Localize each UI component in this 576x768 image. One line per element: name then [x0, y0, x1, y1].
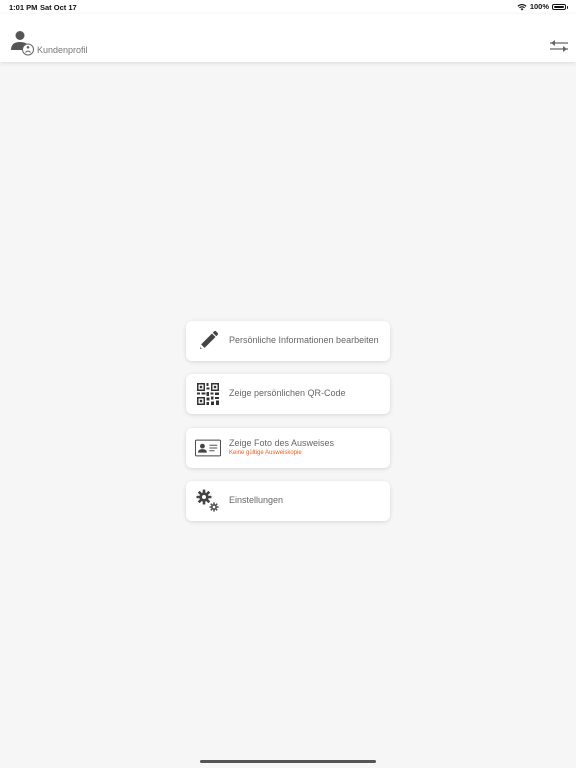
status-right: 100% — [517, 2, 568, 11]
battery-icon — [552, 3, 568, 10]
menu-item-label: Einstellungen — [229, 495, 284, 505]
menu-item-label: Zeige persönlichen QR-Code — [229, 388, 346, 398]
home-indicator[interactable] — [200, 760, 376, 763]
status-time: 1:01 PM — [9, 3, 38, 12]
pencil-icon — [195, 329, 221, 353]
status-bar: 1:01 PM Sat Oct 17 100% — [0, 0, 576, 14]
id-warning-text: Keine gültige Ausweiskopie — [229, 450, 302, 456]
menu-item-label: Persönliche Informationen bearbeiten — [229, 335, 379, 345]
page-title: Kundenprofil — [37, 45, 88, 55]
settings-button[interactable]: Einstellungen — [186, 481, 390, 521]
wifi-icon — [517, 3, 527, 10]
battery-percent: 100% — [529, 2, 549, 11]
status-date: Sat Oct 17 — [40, 3, 77, 12]
sliders-icon[interactable] — [550, 39, 568, 53]
user-account-icon[interactable] — [11, 30, 35, 56]
edit-personal-info-button[interactable]: Persönliche Informationen bearbeiten — [186, 321, 390, 361]
qr-code-icon — [195, 382, 221, 406]
id-card-icon — [195, 436, 221, 460]
nav-bar: Kundenprofil — [0, 14, 576, 62]
show-id-photo-button[interactable]: Zeige Foto des Ausweises Keine gültige A… — [186, 428, 390, 468]
gears-icon — [195, 489, 221, 513]
show-qr-code-button[interactable]: Zeige persönlichen QR-Code — [186, 374, 390, 414]
menu-item-label: Zeige Foto des Ausweises — [229, 438, 335, 448]
